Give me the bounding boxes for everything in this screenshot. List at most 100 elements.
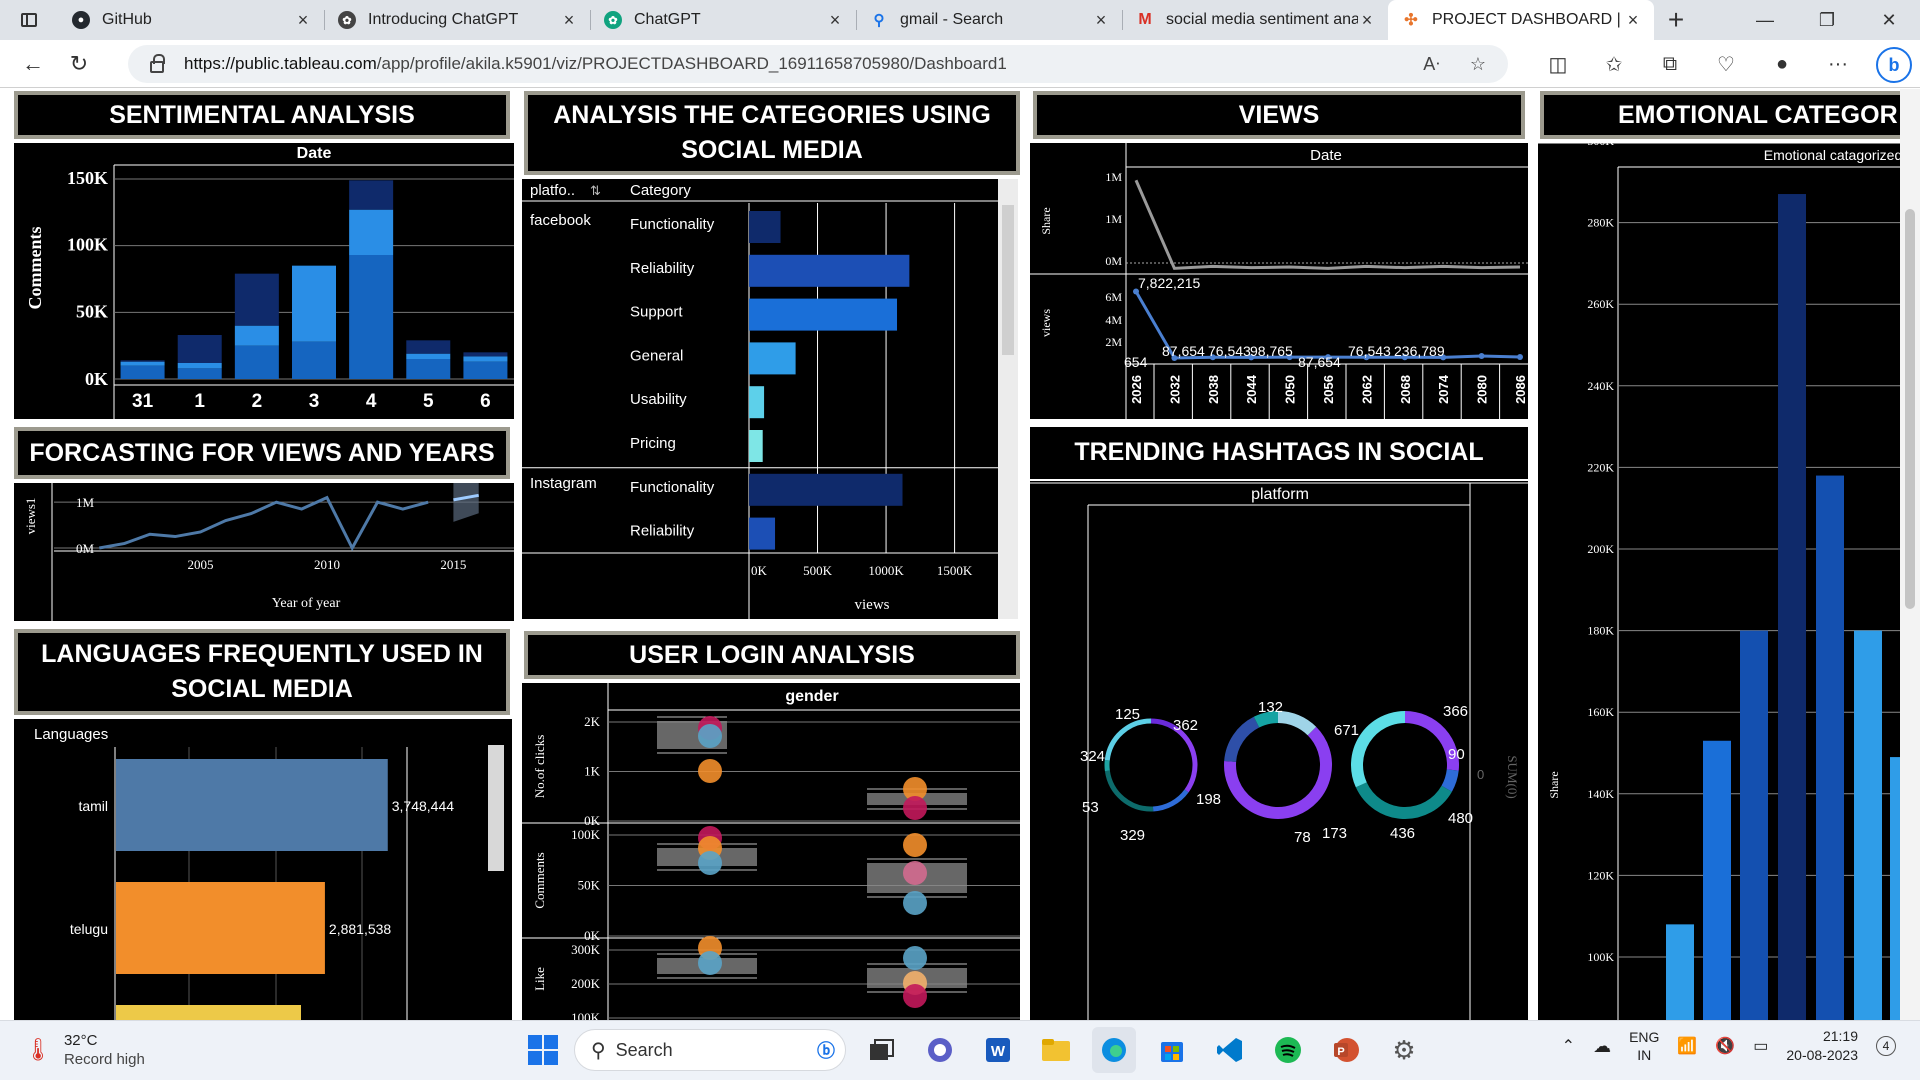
forecast-xtick: 2005 xyxy=(187,557,213,572)
hashtags-title: TRENDING HASHTAGS IN SOCIAL MEDIA xyxy=(1030,427,1528,479)
donut-segment xyxy=(1253,711,1279,728)
powerpoint-icon[interactable]: P xyxy=(1324,1027,1368,1073)
close-window-icon[interactable]: ✕ xyxy=(1858,0,1920,40)
store-icon[interactable] xyxy=(1150,1027,1194,1073)
tab-gmail-search[interactable]: ⚲ gmail - Search × xyxy=(856,0,1122,40)
categories-chart[interactable]: platfo.. ⇅ Category facebook Functionalit… xyxy=(522,179,1018,619)
edge-icon[interactable] xyxy=(1092,1027,1136,1073)
start-button[interactable] xyxy=(528,1035,558,1065)
language-indicator[interactable]: ENG IN xyxy=(1629,1028,1659,1064)
file-explorer-icon[interactable] xyxy=(1034,1027,1078,1073)
emotional-bar xyxy=(1703,740,1731,1020)
address-bar-row: ← ↻ https://public.tableau.com/app/profi… xyxy=(0,40,1920,88)
minimize-icon[interactable]: — xyxy=(1734,0,1796,40)
close-icon[interactable]: × xyxy=(1624,10,1642,31)
browser-essentials-icon[interactable]: ♡ xyxy=(1698,52,1754,77)
donut-segment xyxy=(1351,711,1406,788)
views-xtick: 2032 xyxy=(1167,375,1182,404)
spotify-icon[interactable] xyxy=(1266,1027,1310,1073)
url-field[interactable]: https://public.tableau.com/app/profile/a… xyxy=(128,45,1508,83)
split-screen-icon[interactable]: ◫ xyxy=(1530,52,1586,77)
onedrive-icon[interactable]: ☁ xyxy=(1593,1036,1611,1057)
word-icon[interactable]: W xyxy=(976,1027,1020,1073)
login-chart-panel: gender No.of clicks 2K 1K 0K Comments 100K 50K… xyxy=(522,683,1020,1020)
tab-introducing-chatgpt[interactable]: ✿ Introducing ChatGPT × xyxy=(324,0,590,40)
donut-segment xyxy=(1150,718,1176,731)
close-icon[interactable]: × xyxy=(294,10,312,31)
emotional-chart-panel: Emotional catagorized Share 300K 280K 260K… xyxy=(1538,134,1900,1020)
donut-label: 480 xyxy=(1448,810,1473,827)
tab-chatgpt[interactable]: ✿ ChatGPT × xyxy=(590,0,856,40)
donut-label: 78 xyxy=(1294,829,1311,846)
donut-segment xyxy=(1277,711,1317,736)
github-icon: ● xyxy=(72,11,90,29)
favorites-icon[interactable]: ✩ xyxy=(1586,52,1642,77)
hashtags-chart[interactable]: platform 0 SUM(0) 125 362 198 329 53 324 132 67… xyxy=(1030,481,1528,1020)
hashtags-header: platform xyxy=(1251,486,1309,503)
login-dot xyxy=(903,946,927,970)
battery-icon[interactable]: ▭ xyxy=(1753,1036,1768,1056)
donut-label: 671 xyxy=(1334,722,1359,739)
views-views-tick: 4M xyxy=(1105,313,1122,327)
read-aloud-icon[interactable]: Aᐧ xyxy=(1423,54,1440,75)
refresh-button[interactable]: ↻ xyxy=(58,44,100,84)
windows-taskbar: 🌡 32°C Record high ⚲ Search ⓑ W P ⚙ ⌃ ☁ … xyxy=(0,1020,1920,1080)
close-icon[interactable]: × xyxy=(1358,10,1376,31)
chevron-up-icon[interactable]: ⌃ xyxy=(1562,1036,1575,1056)
taskbar-search[interactable]: ⚲ Search ⓑ xyxy=(574,1029,846,1071)
favorite-star-icon[interactable]: ☆ xyxy=(1470,54,1486,75)
weather-widget[interactable]: 🌡 32°C Record high xyxy=(24,1031,145,1069)
views-chart[interactable]: Date Share views 1M 1M 0M 6M 4M 2M 7,822,215 6… xyxy=(1030,143,1539,419)
bing-copilot-icon[interactable]: b xyxy=(1876,47,1912,83)
more-menu-icon[interactable]: ··· xyxy=(1810,53,1866,76)
task-view-icon[interactable] xyxy=(860,1027,904,1073)
tab-label: social media sentiment anal xyxy=(1166,11,1358,28)
profile-icon[interactable]: ● xyxy=(1754,53,1810,76)
tab-actions-icon[interactable] xyxy=(0,0,58,40)
sentiment-bar-segment xyxy=(463,352,508,357)
close-icon[interactable]: × xyxy=(560,10,578,31)
forecast-chart[interactable]: views1 1M 0M 2005 2010 2015 Year of year xyxy=(14,470,514,621)
sentiment-bar-segment xyxy=(349,209,394,255)
notification-badge[interactable]: 4 xyxy=(1876,1036,1896,1056)
views-data-label: 76,543 xyxy=(1348,343,1391,359)
categories-xlabel: views xyxy=(855,597,890,613)
teams-chat-icon[interactable] xyxy=(918,1027,962,1073)
views-xtick: 2086 xyxy=(1513,375,1528,404)
views-header: Date xyxy=(1310,147,1342,164)
sentiment-xtick: 31 xyxy=(132,391,154,412)
vscode-icon[interactable] xyxy=(1208,1027,1252,1073)
views-share-tick: 1M xyxy=(1105,170,1122,184)
close-icon[interactable]: × xyxy=(1092,10,1110,31)
tab-github[interactable]: ● GitHub × xyxy=(58,0,324,40)
sentiment-bar-segment xyxy=(120,360,165,362)
collections-icon[interactable]: ⧉ xyxy=(1642,53,1698,76)
scrollbar-thumb[interactable] xyxy=(1905,209,1915,609)
tab-project-dashboard[interactable]: ✣ PROJECT DASHBOARD | Tab × xyxy=(1388,0,1654,40)
restore-icon[interactable]: ❐ xyxy=(1796,0,1858,40)
clock[interactable]: 21:19 20-08-2023 xyxy=(1786,1027,1858,1065)
speaker-muted-icon[interactable]: 🔇 xyxy=(1715,1036,1735,1056)
gmail-icon: M xyxy=(1138,11,1152,28)
sentiment-ylabel: Comments xyxy=(25,227,45,310)
views-data-label: 98,765 xyxy=(1250,343,1293,359)
sort-icon[interactable]: ⇅ xyxy=(590,183,601,198)
back-button[interactable]: ← xyxy=(12,44,54,84)
page-scrollbar[interactable] xyxy=(1900,89,1920,1020)
sentiment-bar-segment xyxy=(406,340,451,354)
sentiment-bar-segment xyxy=(406,359,451,379)
languages-chart[interactable]: Languages tamil 3,748,444 telugu 2,881,538 xyxy=(14,719,512,1020)
close-icon[interactable]: × xyxy=(826,10,844,31)
donut-label: 362 xyxy=(1173,717,1198,734)
new-tab-button[interactable]: + xyxy=(1654,0,1698,40)
emotional-chart[interactable]: Emotional catagorized Share 300K 280K 260K… xyxy=(1538,134,1900,1020)
login-chart[interactable]: gender No.of clicks 2K 1K 0K Comments 100K 50K… xyxy=(522,683,1020,1020)
browser-tab-bar: ● GitHub × ✿ Introducing ChatGPT × ✿ Cha… xyxy=(0,0,1920,40)
forecast-ytick: 0M xyxy=(76,541,95,556)
tab-social-media-sentiment[interactable]: M social media sentiment anal × xyxy=(1122,0,1388,40)
settings-gear-icon[interactable]: ⚙ xyxy=(1382,1027,1426,1073)
wifi-icon[interactable]: 📶 xyxy=(1677,1036,1697,1056)
forecast-line xyxy=(99,495,429,552)
category-label: Reliability xyxy=(630,523,695,540)
sentiment-chart[interactable]: Date Comments 150K 100K 50K 0K 31 1 2 3 4 5 6 xyxy=(14,143,514,419)
